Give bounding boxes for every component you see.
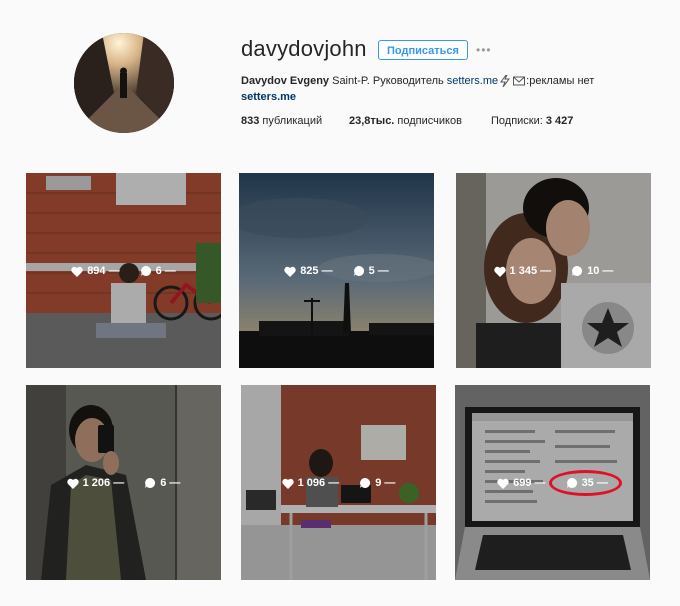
post-tile[interactable]: 1 345 — 10 — — [456, 173, 651, 368]
likes-value: 1 345 — — [509, 265, 552, 277]
comment-icon — [360, 477, 371, 488]
heart-icon — [497, 478, 509, 489]
username: davydovjohn — [241, 36, 367, 61]
comments-count: 6 — — [140, 265, 176, 277]
likes-count: 894 — — [71, 265, 120, 277]
stat-followers[interactable]: 23,8тыс. подписчиков — [349, 115, 462, 127]
bio-text: Saint-P. Руководитель — [329, 75, 447, 87]
post-counts: 1 096 — 9 — — [241, 475, 436, 491]
post-counts: 825 — 5 — — [239, 263, 434, 279]
bio: Davydov Evgeny Saint-P. Руководитель set… — [241, 75, 595, 88]
avatar[interactable] — [74, 33, 174, 133]
comment-icon — [140, 265, 151, 276]
posts-label: публикаций — [259, 115, 323, 127]
lightning-icon — [500, 75, 511, 88]
post-counts: 1 206 — 6 — — [26, 475, 221, 491]
comments-count: 9 — — [359, 477, 395, 489]
likes-value: 825 — — [300, 265, 333, 277]
post-tile[interactable]: 699 — 35 — — [455, 385, 650, 580]
comments-value: 6 — — [155, 265, 176, 277]
comment-icon — [572, 265, 583, 276]
following-count: 3 427 — [545, 115, 574, 127]
heart-icon — [281, 478, 294, 489]
post-tile[interactable]: 894 — 6 — — [26, 173, 221, 368]
followers-count: 23,8тыс. — [349, 115, 395, 127]
post-tile[interactable]: 1 206 — 6 — — [26, 385, 221, 580]
comments-count: 5 — — [353, 265, 389, 277]
likes-count: 699 — — [497, 477, 546, 489]
post-tile[interactable]: 1 096 — 9 — — [241, 385, 436, 580]
likes-count: 825 — — [284, 265, 333, 277]
likes-value: 1 096 — — [297, 477, 340, 489]
profile-page: davydovjohn Подписаться ••• Davydov Evge… — [0, 0, 680, 606]
comments-count: 10 — — [571, 265, 613, 277]
stat-following[interactable]: Подписки: 3 427 — [491, 115, 573, 127]
heart-icon — [66, 478, 79, 489]
stat-posts: 833 публикаций — [241, 115, 322, 127]
post-counts: 1 345 — 10 — — [456, 263, 651, 279]
avatar-photo — [74, 33, 174, 133]
likes-count: 1 206 — — [66, 477, 125, 489]
followers-label: подписчиков — [394, 115, 462, 127]
comment-icon — [145, 477, 156, 488]
comment-icon — [353, 265, 364, 276]
website-link[interactable]: setters.me — [241, 91, 296, 103]
highlight-ring — [549, 470, 622, 496]
posts-count: 833 — [241, 115, 260, 127]
post-tile[interactable]: 825 — 5 — — [239, 173, 434, 368]
envelope-icon — [513, 76, 526, 86]
likes-value: 894 — — [87, 265, 120, 277]
bio-inline-link[interactable]: setters.me — [447, 75, 498, 87]
comments-count: 6 — — [144, 477, 180, 489]
likes-count: 1 345 — — [493, 265, 552, 277]
heart-icon — [71, 266, 83, 277]
more-options-icon[interactable]: ••• — [476, 40, 492, 60]
comments-value: 6 — — [160, 477, 181, 489]
comments-value: 5 — — [368, 265, 389, 277]
likes-value: 1 206 — — [82, 477, 125, 489]
comments-value: 9 — — [375, 477, 396, 489]
following-label: Подписки: — [491, 115, 546, 127]
post-counts: 894 — 6 — — [26, 263, 221, 279]
bio-text-ads: :рекламы нет — [526, 75, 595, 87]
likes-value: 699 — — [513, 477, 546, 489]
comments-value: 10 — — [587, 265, 614, 277]
likes-count: 1 096 — — [281, 477, 340, 489]
heart-icon — [284, 266, 296, 277]
heart-icon — [493, 266, 506, 277]
follow-button[interactable]: Подписаться — [378, 40, 468, 60]
full-name: Davydov Evgeny — [241, 75, 330, 87]
